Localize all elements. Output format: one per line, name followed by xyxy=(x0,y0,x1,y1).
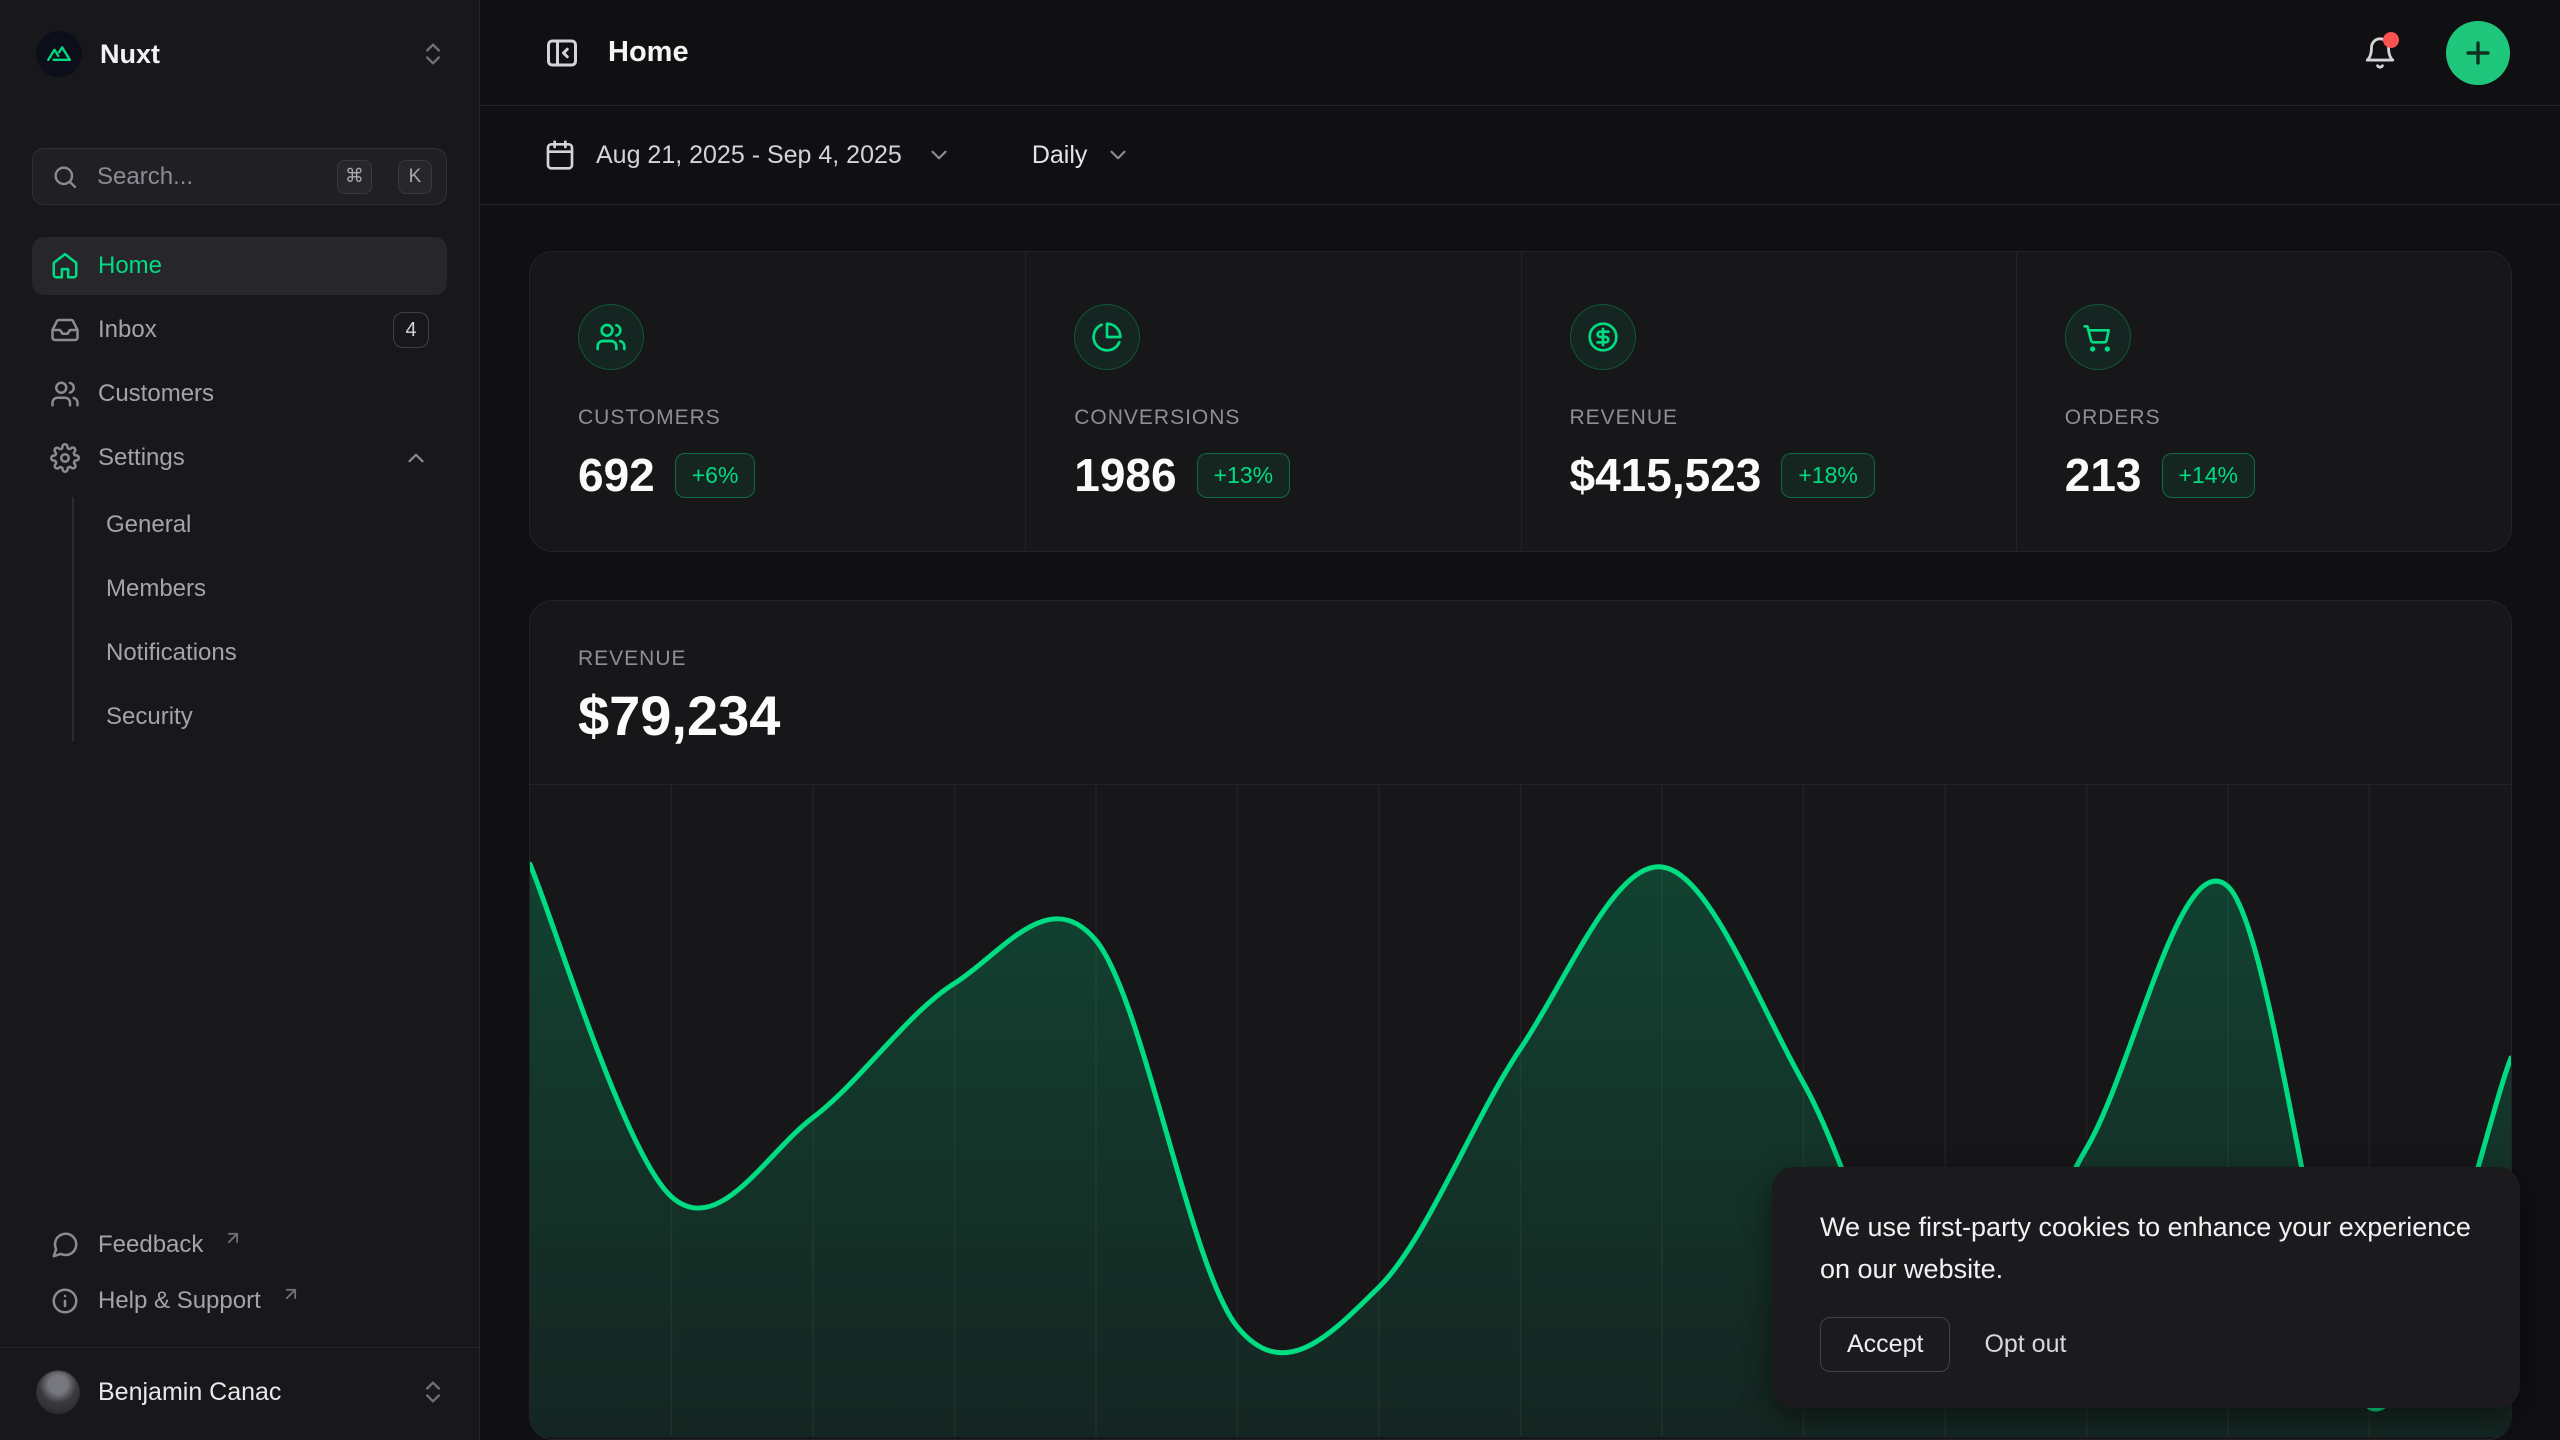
add-button[interactable] xyxy=(2446,21,2510,85)
cookie-accept-button[interactable]: Accept xyxy=(1820,1317,1950,1372)
nuxt-logo-icon xyxy=(36,31,82,77)
granularity-select[interactable]: Daily xyxy=(1032,141,1132,170)
revenue-chart-header: REVENUE $79,234 xyxy=(530,601,2511,748)
sidebar-item-label: Customers xyxy=(98,380,214,408)
stat-revenue[interactable]: REVENUE $415,523 +18% xyxy=(1521,252,2016,551)
cookie-message: We use first-party cookies to enhance yo… xyxy=(1820,1207,2472,1291)
stat-label: ORDERS xyxy=(2065,406,2467,430)
workspace-switcher[interactable]: Nuxt xyxy=(0,0,479,78)
sidebar: Nuxt Search... ⌘ K Home xyxy=(0,0,480,1440)
arrow-up-right-icon xyxy=(223,1228,243,1248)
sidebar-item-label: Inbox xyxy=(98,316,157,344)
stat-value: 213 xyxy=(2065,448,2142,502)
house-icon xyxy=(50,251,80,281)
stat-value: $415,523 xyxy=(1570,448,1762,502)
stat-customers[interactable]: CUSTOMERS 692 +6% xyxy=(530,252,1025,551)
settings-subnav: General Members Notifications Security xyxy=(32,493,447,749)
gear-icon xyxy=(50,443,80,473)
chevrons-up-down-icon xyxy=(419,40,447,68)
sidebar-item-inbox[interactable]: Inbox 4 xyxy=(32,301,447,359)
search-input[interactable]: Search... ⌘ K xyxy=(32,148,447,205)
sidebar-item-label: Settings xyxy=(98,444,185,472)
avatar xyxy=(36,1370,80,1414)
sidebar-item-customers[interactable]: Customers xyxy=(32,365,447,423)
arrow-up-right-icon xyxy=(281,1284,301,1304)
collapse-sidebar-button[interactable] xyxy=(544,35,580,71)
filters-toolbar: Aug 21, 2025 - Sep 4, 2025 Daily xyxy=(480,106,2560,205)
revenue-chart-total: $79,234 xyxy=(578,683,2463,748)
notifications-button[interactable] xyxy=(2356,29,2404,77)
pie-chart-icon xyxy=(1074,304,1140,370)
date-range-value: Aug 21, 2025 - Sep 4, 2025 xyxy=(596,141,902,170)
sidebar-item-notifications[interactable]: Notifications xyxy=(32,621,447,685)
cookie-optout-button[interactable]: Opt out xyxy=(1984,1318,2066,1371)
stat-value: 692 xyxy=(578,448,655,502)
chevron-up-icon xyxy=(403,445,429,471)
kbd-k: K xyxy=(398,160,432,194)
date-range-picker[interactable]: Aug 21, 2025 - Sep 4, 2025 xyxy=(544,139,952,171)
search-placeholder: Search... xyxy=(97,163,319,191)
search-icon xyxy=(51,163,79,191)
stat-conversions[interactable]: CONVERSIONS 1986 +13% xyxy=(1025,252,1520,551)
users-icon xyxy=(50,379,80,409)
cookie-consent-toast: We use first-party cookies to enhance yo… xyxy=(1772,1167,2520,1408)
stats-card: CUSTOMERS 692 +6% CONVERSIONS 1986 +13% xyxy=(529,251,2512,552)
stat-value: 1986 xyxy=(1074,448,1176,502)
message-circle-icon xyxy=(50,1230,80,1260)
workspace-name: Nuxt xyxy=(100,39,401,70)
chevron-down-icon xyxy=(1105,142,1131,168)
shopping-cart-icon xyxy=(2065,304,2131,370)
page-header: Home xyxy=(480,0,2560,106)
chevron-down-icon xyxy=(926,142,952,168)
stat-label: CUSTOMERS xyxy=(578,406,981,430)
stat-delta-badge: +13% xyxy=(1197,453,1290,498)
sidebar-item-settings[interactable]: Settings xyxy=(32,429,447,487)
page-title: Home xyxy=(608,36,2356,69)
stat-delta-badge: +6% xyxy=(675,453,756,498)
help-support-link[interactable]: Help & Support xyxy=(32,1273,447,1329)
sidebar-item-members[interactable]: Members xyxy=(32,557,447,621)
user-name: Benjamin Canac xyxy=(98,1378,401,1407)
plus-icon xyxy=(2461,36,2495,70)
notification-dot xyxy=(2383,32,2399,48)
sidebar-item-home[interactable]: Home xyxy=(32,237,447,295)
stat-orders[interactable]: ORDERS 213 +14% xyxy=(2016,252,2511,551)
main-area: Home Aug 21, 2025 - Sep xyxy=(480,0,2560,1440)
feedback-link[interactable]: Feedback xyxy=(32,1217,447,1273)
calendar-icon xyxy=(544,139,576,171)
sidebar-item-general[interactable]: General xyxy=(32,493,447,557)
chevrons-up-down-icon xyxy=(419,1378,447,1406)
users-icon xyxy=(578,304,644,370)
sidebar-nav: Home Inbox 4 Customers xyxy=(0,237,479,749)
inbox-icon xyxy=(50,315,80,345)
stat-label: REVENUE xyxy=(1570,406,1972,430)
stat-delta-badge: +18% xyxy=(1781,453,1874,498)
revenue-chart-label: REVENUE xyxy=(578,647,2463,671)
stat-delta-badge: +14% xyxy=(2162,453,2255,498)
stat-label: CONVERSIONS xyxy=(1074,406,1476,430)
user-menu[interactable]: Benjamin Canac xyxy=(0,1347,479,1440)
sidebar-footer: Feedback Help & Support xyxy=(0,1217,479,1329)
sidebar-item-label: Home xyxy=(98,252,162,280)
circle-dollar-icon xyxy=(1570,304,1636,370)
inbox-count-badge: 4 xyxy=(393,312,429,348)
sidebar-item-security[interactable]: Security xyxy=(32,685,447,749)
info-icon xyxy=(50,1286,80,1316)
kbd-cmd: ⌘ xyxy=(337,160,372,194)
granularity-value: Daily xyxy=(1032,141,1088,170)
